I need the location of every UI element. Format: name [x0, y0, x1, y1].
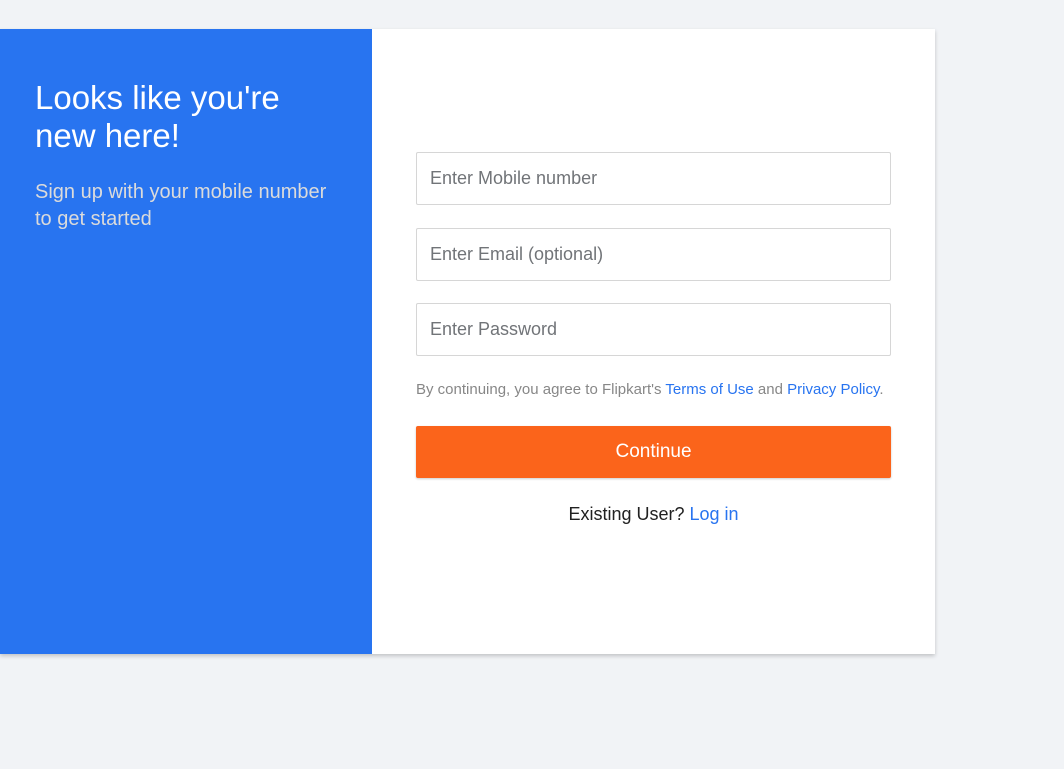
signup-form-panel: By continuing, you agree to Flipkart's T…: [372, 29, 935, 654]
signup-info-panel: Looks like you're new here! Sign up with…: [0, 29, 372, 654]
signup-subtitle: Sign up with your mobile number to get s…: [35, 181, 327, 230]
mobile-number-input[interactable]: [416, 152, 891, 205]
terms-notice: By continuing, you agree to Flipkart's T…: [416, 380, 916, 400]
password-input[interactable]: [416, 303, 891, 356]
login-link[interactable]: Log in: [690, 504, 739, 524]
terms-suffix-text: .: [879, 381, 884, 398]
terms-prefix-text: By continuing, you agree to Flipkart's: [416, 381, 666, 398]
signup-title: Looks like you're new here!: [35, 79, 280, 154]
terms-of-use-link[interactable]: Terms of Use: [665, 381, 753, 398]
signup-card: Looks like you're new here! Sign up with…: [0, 29, 935, 654]
continue-button[interactable]: Continue: [416, 426, 891, 478]
existing-user-prompt: Existing User? Log in: [416, 504, 891, 525]
existing-user-text: Existing User?: [568, 504, 690, 524]
privacy-policy-link[interactable]: Privacy Policy: [787, 381, 879, 398]
email-input[interactable]: [416, 228, 891, 281]
terms-and-text: and: [753, 381, 788, 398]
